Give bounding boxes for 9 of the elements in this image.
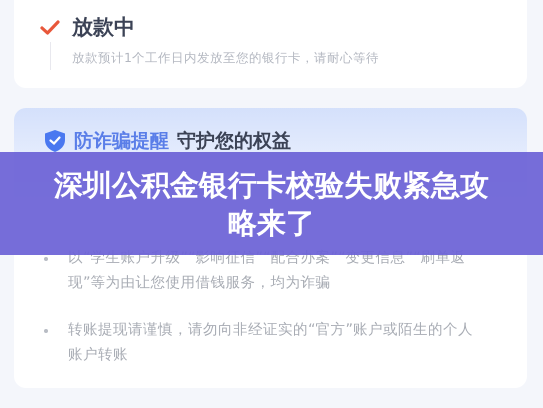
warning-heading-highlight: 防诈骗提醒	[74, 129, 169, 154]
warning-heading: 守护您的权益	[177, 129, 291, 154]
shield-icon	[44, 129, 66, 153]
step-title: 放款中	[72, 14, 136, 40]
bullet-icon	[44, 257, 48, 261]
article-title: 深圳公积金银行卡校验失败紧急攻略来了	[52, 166, 490, 242]
bullet-icon	[44, 329, 48, 333]
warning-tip: 转账提现请谨慎，请勿向非经证实的“官方”账户或陌生的个人账户转账	[68, 320, 474, 365]
step-description: 放款预计1个工作日内发放至您的银行卡，请耐心等待	[72, 50, 379, 67]
